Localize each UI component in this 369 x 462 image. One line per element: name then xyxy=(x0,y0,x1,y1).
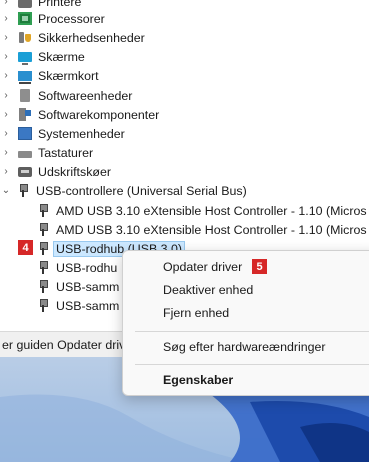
chevron-right-icon[interactable]: › xyxy=(0,0,12,7)
keyboard-icon xyxy=(18,150,32,158)
usb-icon xyxy=(19,184,28,197)
tree-item-usb-device[interactable]: USB-samm xyxy=(36,277,119,296)
tree-item-usb-device[interactable]: USB-rodhu xyxy=(36,258,117,277)
usb-device-icon xyxy=(39,261,48,274)
tree-item-processors[interactable]: › Processorer xyxy=(0,9,105,28)
menu-item-disable-device[interactable]: Deaktiver enhed xyxy=(163,280,253,300)
tree-item-label: AMD USB 3.10 eXtensible Host Controller … xyxy=(56,203,367,218)
tree-item-label: USB-samm xyxy=(56,298,120,313)
tree-item-label: Processorer xyxy=(38,11,105,26)
tree-item-software-components[interactable]: › Softwarekomponenter xyxy=(0,105,159,124)
tree-item-label: Systemenheder xyxy=(38,126,125,141)
chevron-right-icon[interactable]: › xyxy=(0,147,12,158)
tree-item-label: Softwareenheder xyxy=(38,88,133,103)
tree-item-security-devices[interactable]: › Sikkerhedsenheder xyxy=(0,28,145,47)
chevron-right-icon[interactable]: › xyxy=(0,109,12,120)
status-text: er guiden Opdater driv xyxy=(2,337,126,352)
usb-device-icon xyxy=(39,299,48,312)
security-device-icon xyxy=(18,31,32,44)
display-adapter-icon xyxy=(18,70,32,84)
menu-item-properties[interactable]: Egenskaber xyxy=(163,370,233,390)
tree-item-label: Printere xyxy=(38,0,82,9)
tree-item-label: Skærmkort xyxy=(38,68,99,83)
tree-item-usb-controllers[interactable]: ⌄ USB-controllere (Universal Serial Bus) xyxy=(0,181,247,200)
menu-item-uninstall-device[interactable]: Fjern enhed xyxy=(163,303,229,323)
monitor-icon xyxy=(18,51,32,65)
system-device-icon xyxy=(18,127,32,140)
software-component-icon xyxy=(18,108,32,121)
tree-item-usb-device[interactable]: AMD USB 3.10 eXtensible Host Controller … xyxy=(36,220,367,239)
menu-separator xyxy=(135,364,369,365)
tree-item-print-queues[interactable]: › Udskriftskøer xyxy=(0,162,111,181)
tree-item-label: Softwarekomponenter xyxy=(38,107,160,122)
menu-item-update-driver[interactable]: Opdater driver xyxy=(163,257,242,277)
chevron-right-icon[interactable]: › xyxy=(0,32,12,43)
chevron-right-icon[interactable]: › xyxy=(0,51,12,62)
tree-item-label: Udskriftskøer xyxy=(38,164,111,179)
chevron-right-icon[interactable]: › xyxy=(0,166,12,177)
annotation-badge: 4 xyxy=(18,240,33,255)
usb-device-icon xyxy=(39,280,48,293)
usb-device-icon xyxy=(39,204,48,217)
context-menu: Opdater driver 5 Deaktiver enhed Fjern e… xyxy=(122,250,369,396)
tree-item-label: USB-controllere (Universal Serial Bus) xyxy=(36,183,247,198)
tree-item-usb-device[interactable]: AMD USB 3.10 eXtensible Host Controller … xyxy=(36,201,367,220)
chevron-right-icon[interactable]: › xyxy=(0,128,12,139)
chevron-right-icon[interactable]: › xyxy=(0,70,12,81)
tree-item-usb-device[interactable]: USB-samm xyxy=(36,296,119,315)
print-queue-icon xyxy=(18,166,32,177)
tree-item-keyboards[interactable]: › Tastaturer xyxy=(0,143,93,162)
tree-item-label: Sikkerhedsenheder xyxy=(38,30,145,45)
tree-item-display-adapters[interactable]: › Skærmkort xyxy=(0,66,99,85)
chevron-right-icon[interactable]: › xyxy=(0,13,12,24)
tree-item-label: Tastaturer xyxy=(38,145,94,160)
tree-item-label: USB-rodhu xyxy=(56,260,118,275)
tree-item-label: Skærme xyxy=(38,49,85,64)
tree-item-label: AMD USB 3.10 eXtensible Host Controller … xyxy=(56,222,367,237)
tree-item-system-devices[interactable]: › Systemenheder xyxy=(0,124,125,143)
menu-separator xyxy=(135,331,369,332)
printer-icon xyxy=(18,0,32,8)
tree-item-label: USB-samm xyxy=(56,279,120,294)
chevron-down-icon[interactable]: ⌄ xyxy=(0,185,12,196)
processor-icon xyxy=(18,12,32,25)
annotation-badge: 5 xyxy=(252,259,267,274)
tree-item-monitors[interactable]: › Skærme xyxy=(0,47,85,66)
tree-item-software-devices[interactable]: › Softwareenheder xyxy=(0,86,132,105)
menu-item-scan-hardware[interactable]: Søg efter hardwareændringer xyxy=(163,337,326,357)
usb-device-icon xyxy=(39,242,48,255)
software-device-icon xyxy=(20,89,30,102)
usb-device-icon xyxy=(39,223,48,236)
chevron-right-icon[interactable]: › xyxy=(0,90,12,101)
